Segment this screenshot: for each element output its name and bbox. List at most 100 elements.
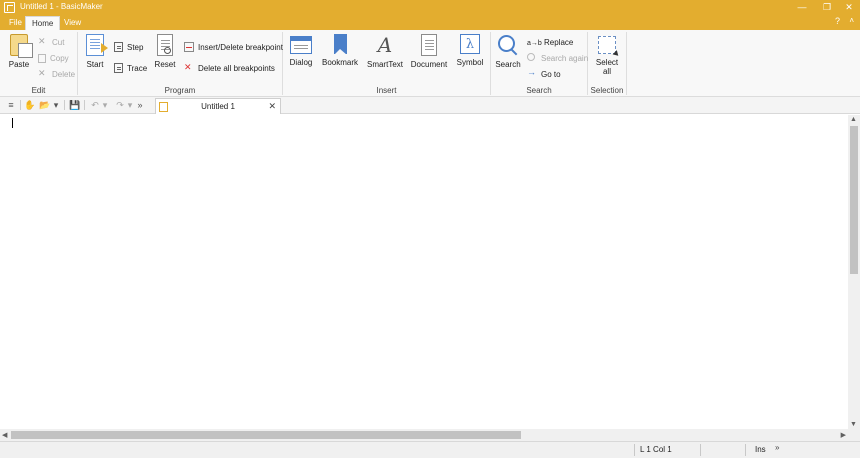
symbol-label: Symbol: [456, 58, 484, 67]
close-tab-icon[interactable]: ✕: [268, 101, 276, 112]
replace-icon: a→b: [527, 40, 542, 47]
step-icon: [114, 42, 123, 52]
smarttext-icon: A: [377, 33, 393, 57]
search-icon: [497, 34, 519, 56]
app-logo-icon[interactable]: [4, 2, 15, 13]
group-program: Start Step Trace Reset Insert/Delete bre…: [78, 32, 283, 95]
symbol-button[interactable]: λ Symbol: [454, 34, 486, 67]
copy-icon: [38, 54, 46, 63]
goto-arrow-icon: [527, 67, 537, 79]
select-all-label-1: Select: [595, 58, 619, 67]
open-dropdown-icon[interactable]: ▾: [52, 99, 60, 111]
save-icon[interactable]: 💾: [69, 99, 81, 111]
lambda-symbol-icon: λ: [460, 34, 480, 54]
toolbar-separator: [64, 100, 65, 110]
collapse-ribbon-icon[interactable]: ˄: [849, 16, 854, 25]
status-divider: [634, 444, 635, 456]
copy-label: Copy: [50, 54, 69, 63]
reset-button[interactable]: Reset: [154, 34, 176, 69]
trace-icon: [114, 63, 123, 73]
horizontal-scrollbar[interactable]: ◀ ▶: [0, 429, 848, 441]
horizontal-scroll-thumb[interactable]: [11, 431, 521, 439]
more-tools-icon[interactable]: »: [136, 99, 144, 111]
tab-view[interactable]: View: [58, 16, 87, 30]
start-icon: [86, 34, 108, 56]
scroll-left-icon[interactable]: ◀: [2, 431, 7, 439]
step-button[interactable]: Step: [114, 42, 143, 53]
tab-home[interactable]: Home: [25, 16, 61, 30]
search-again-button[interactable]: Search again: [527, 53, 588, 64]
delete-icon: [38, 68, 48, 79]
hand-icon[interactable]: ✋: [24, 99, 36, 111]
smarttext-label: SmartText: [366, 60, 403, 69]
group-selection: Select all Selection: [588, 32, 627, 95]
insert-breakpoint-label: Insert/Delete breakpoint: [198, 43, 283, 52]
vertical-scroll-thumb[interactable]: [850, 126, 858, 274]
bookmark-label: Bookmark: [321, 58, 358, 67]
close-button[interactable]: ✕: [838, 0, 860, 15]
group-edit: Paste Cut Copy Delete Edit: [0, 32, 78, 95]
bookmark-button[interactable]: Bookmark: [321, 34, 359, 67]
vertical-scrollbar[interactable]: ▲ ▼: [848, 115, 860, 429]
scroll-right-icon[interactable]: ▶: [841, 431, 846, 439]
status-bar: L 1 Col 1 Ins »: [0, 441, 860, 458]
document-icon: [421, 34, 437, 56]
search-button[interactable]: Search: [495, 34, 521, 69]
dialog-label: Dialog: [289, 58, 313, 67]
scroll-up-icon[interactable]: ▲: [850, 116, 857, 123]
redo-dropdown-icon[interactable]: ▾: [126, 99, 134, 111]
title-bar: Untitled 1 - BasicMaker — ❐ ✕: [0, 0, 860, 15]
open-folder-icon[interactable]: 📂: [39, 99, 51, 111]
code-editor[interactable]: [0, 115, 848, 429]
breakpoint-icon: [184, 42, 194, 52]
help-icon[interactable]: ?: [835, 16, 840, 26]
cut-button[interactable]: Cut: [38, 36, 65, 48]
select-all-button[interactable]: Select all: [592, 34, 622, 76]
toolbar-separator: [84, 100, 85, 110]
replace-button[interactable]: a→b Replace: [527, 37, 573, 48]
copy-button[interactable]: Copy: [38, 53, 69, 64]
insert-mode-indicator[interactable]: Ins: [755, 445, 766, 454]
cut-label: Cut: [52, 38, 65, 47]
group-label-program: Program: [164, 86, 196, 95]
group-label-insert: Insert: [376, 86, 397, 95]
text-caret: [12, 118, 13, 128]
reset-icon: [157, 34, 173, 56]
menu-icon[interactable]: ≡: [5, 99, 17, 111]
paste-button[interactable]: Paste: [6, 34, 33, 69]
document-button[interactable]: Document: [410, 34, 448, 69]
group-label-search: Search: [526, 86, 552, 95]
bookmark-icon: [333, 34, 347, 55]
undo-icon[interactable]: ↶: [89, 99, 101, 111]
delete-all-breakpoints-button[interactable]: Delete all breakpoints: [184, 62, 275, 74]
delete-breakpoints-icon: [184, 62, 194, 73]
redo-icon[interactable]: ↷: [114, 99, 126, 111]
search-label: Search: [495, 60, 521, 69]
paste-label: Paste: [8, 60, 30, 69]
insert-delete-breakpoint-button[interactable]: Insert/Delete breakpoint: [184, 42, 283, 53]
delete-button[interactable]: Delete: [38, 68, 75, 80]
document-tab[interactable]: Untitled 1 ✕: [155, 98, 281, 114]
start-label: Start: [86, 60, 104, 69]
trace-button[interactable]: Trace: [114, 63, 147, 74]
scroll-down-icon[interactable]: ▼: [850, 421, 857, 428]
goto-button[interactable]: Go to: [527, 67, 561, 80]
smarttext-button[interactable]: A SmartText: [365, 34, 405, 69]
quick-access-toolbar: ≡ ✋ 📂 ▾ 💾 ↶ ▾ ↷ ▾ »: [0, 97, 860, 114]
restore-button[interactable]: ❐: [816, 0, 838, 15]
goto-label: Go to: [541, 70, 561, 79]
status-more-icon[interactable]: »: [775, 443, 779, 452]
menu-tab-row: File Home View ? ˄: [0, 15, 860, 30]
status-divider: [700, 444, 701, 456]
delete-breakpoints-label: Delete all breakpoints: [198, 64, 275, 73]
undo-dropdown-icon[interactable]: ▾: [101, 99, 109, 111]
cursor-position: L 1 Col 1: [640, 445, 672, 454]
group-label-edit: Edit: [31, 86, 46, 95]
start-button[interactable]: Start: [84, 34, 108, 69]
minimize-button[interactable]: —: [791, 0, 813, 15]
dialog-button[interactable]: Dialog: [287, 34, 315, 67]
select-all-icon: [598, 36, 616, 54]
window-title: Untitled 1 - BasicMaker: [20, 2, 103, 11]
select-all-label-2: all: [602, 67, 611, 76]
replace-label: Replace: [544, 38, 574, 47]
